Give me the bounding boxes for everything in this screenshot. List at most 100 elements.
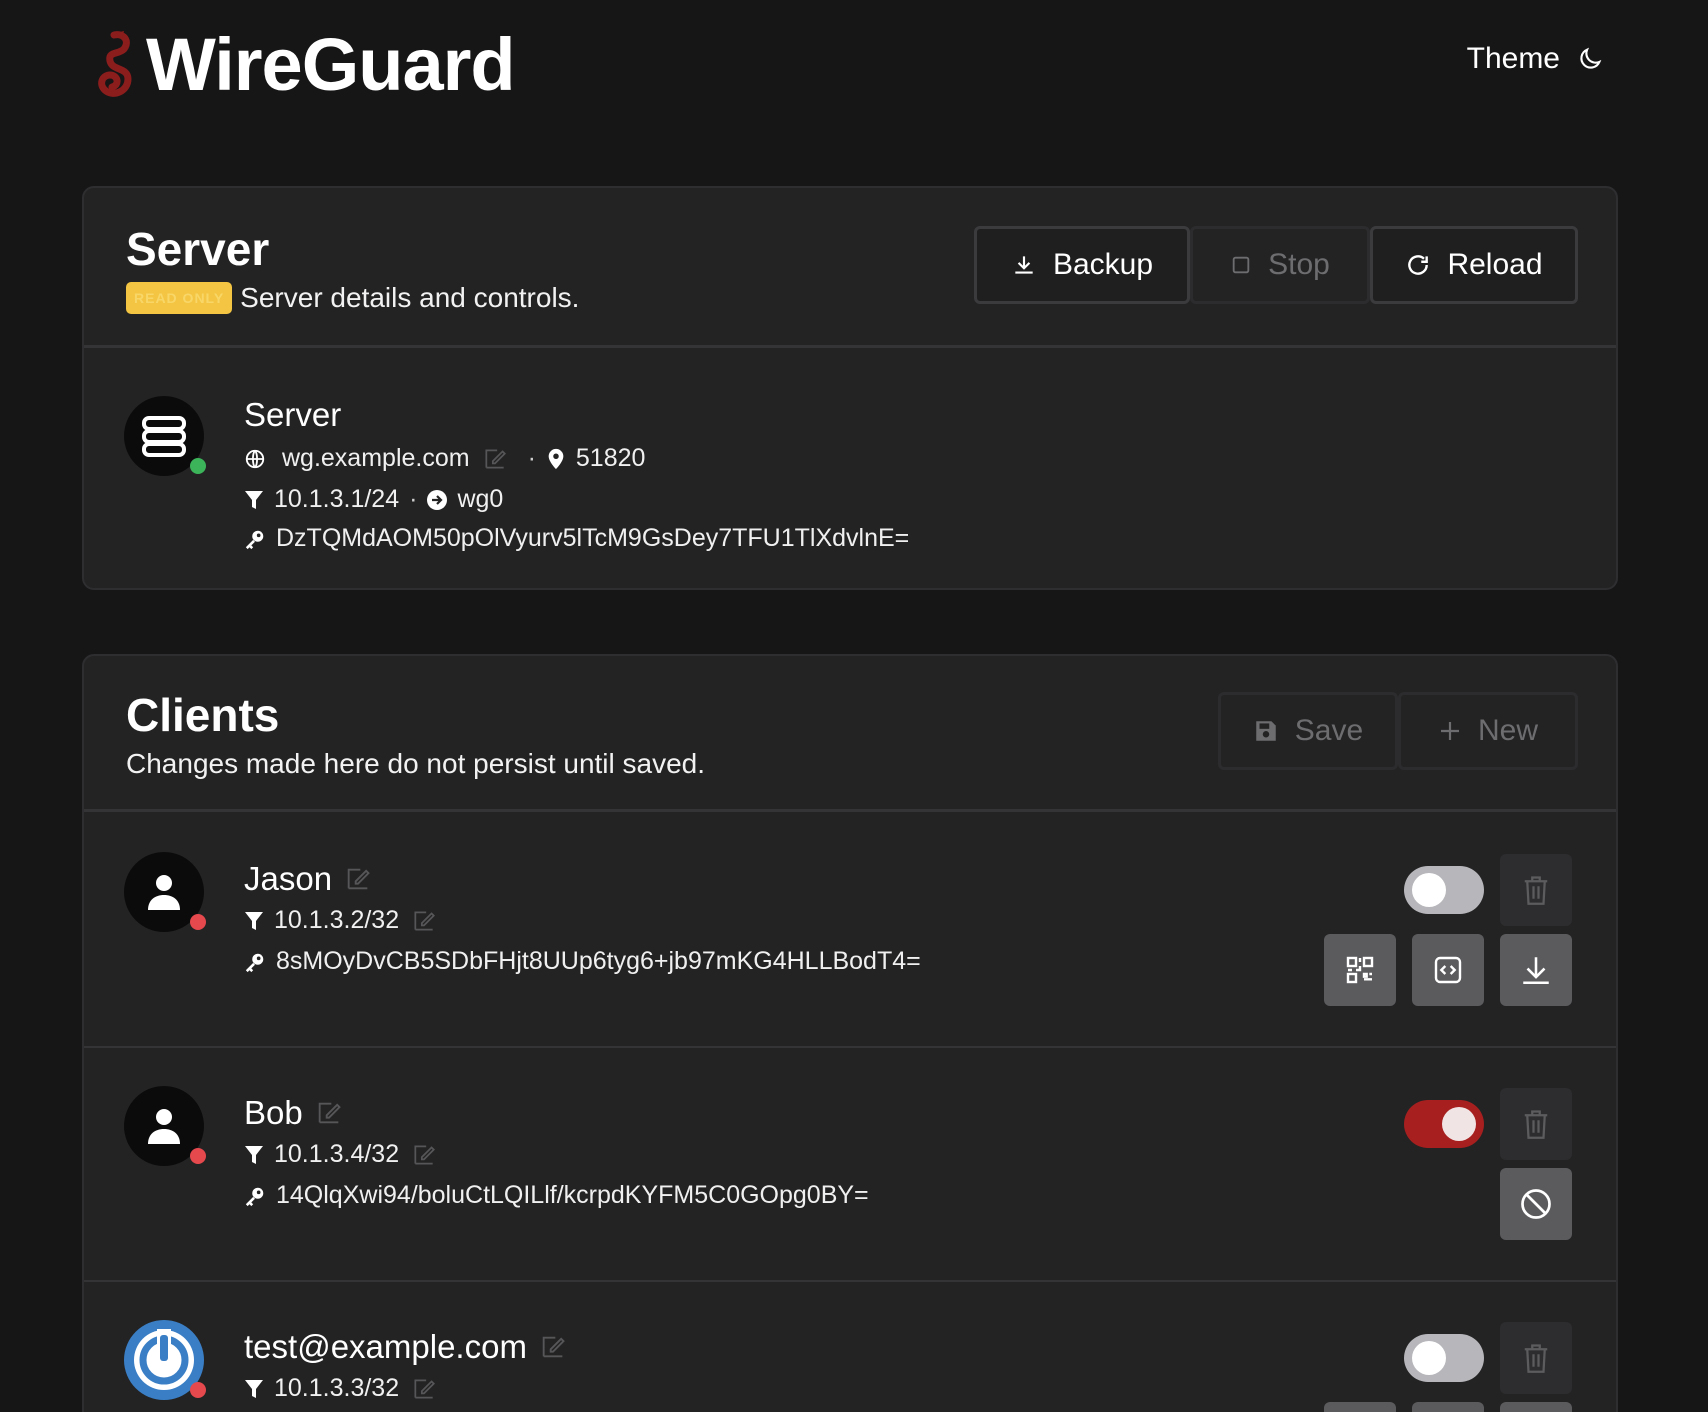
funnel-icon bbox=[245, 490, 263, 509]
client-public-key: 8sMOyDvCB5SDbFHjt8UUp6tyg6+jb97mKG4HLLBo… bbox=[276, 947, 921, 975]
download-icon bbox=[1523, 957, 1549, 985]
blocked-icon bbox=[1521, 1189, 1551, 1219]
client-address: 10.1.3.3/32 bbox=[274, 1374, 400, 1402]
client-address-line: 10.1.3.4/32 bbox=[244, 1140, 447, 1169]
delete-client-button[interactable] bbox=[1500, 1322, 1572, 1394]
server-endpoint-line: wg.example.com · 51820 bbox=[244, 444, 645, 473]
toggle-knob bbox=[1442, 1107, 1476, 1141]
reload-icon bbox=[1408, 255, 1429, 275]
save-button[interactable]: Save bbox=[1218, 692, 1398, 770]
client-enable-toggle[interactable] bbox=[1404, 866, 1484, 914]
delete-client-button[interactable] bbox=[1500, 1088, 1572, 1160]
reload-button[interactable]: Reload bbox=[1370, 226, 1578, 304]
trash-icon bbox=[1524, 1110, 1548, 1139]
server-row: Server wg.example.com · 51820 10.1.3.1/2… bbox=[84, 348, 1616, 588]
theme-toggle[interactable]: Theme bbox=[1467, 42, 1604, 76]
client-address: 10.1.3.2/32 bbox=[274, 906, 400, 934]
reload-label: Reload bbox=[1447, 248, 1543, 281]
app-title: WireGuard bbox=[146, 23, 516, 106]
edit-pencil-icon[interactable] bbox=[411, 1142, 437, 1168]
edit-pencil-icon[interactable] bbox=[411, 908, 437, 934]
server-port: 51820 bbox=[575, 444, 646, 472]
stop-square-icon bbox=[1232, 256, 1250, 274]
map-pin-icon bbox=[548, 448, 564, 469]
server-public-key: DzTQMdAOM50pOlVyurv5lTcM9GsDey7TFU1TlXdv… bbox=[276, 524, 910, 552]
new-label: New bbox=[1477, 714, 1538, 747]
server-name: Server bbox=[244, 396, 342, 433]
server-avatar bbox=[124, 396, 206, 476]
theme-label: Theme bbox=[1466, 42, 1560, 75]
client-name-text: Jason bbox=[244, 860, 333, 897]
client-key-line: 8sMOyDvCB5SDbFHjt8UUp6tyg6+jb97mKG4HLLBo… bbox=[244, 947, 921, 976]
client-status-dot bbox=[190, 914, 206, 930]
server-panel-subtitle: READ ONLY Server details and controls. bbox=[126, 282, 579, 314]
clients-subtitle-text: Changes made here do not persist until s… bbox=[126, 748, 706, 779]
server-subtitle-text: Server details and controls. bbox=[240, 282, 580, 313]
show-config-button[interactable] bbox=[1412, 1402, 1484, 1412]
stop-button[interactable]: Stop bbox=[1190, 226, 1370, 304]
client-status-dot bbox=[190, 1382, 206, 1398]
clients-panel-title: Clients bbox=[126, 689, 280, 741]
edit-pencil-icon[interactable] bbox=[539, 1333, 567, 1361]
separator-dot: · bbox=[527, 444, 536, 472]
power-logo-icon bbox=[134, 1329, 194, 1390]
edit-pencil-icon[interactable] bbox=[482, 446, 508, 472]
edit-pencil-icon[interactable] bbox=[344, 865, 372, 893]
client-address-line: 10.1.3.2/32 bbox=[244, 906, 447, 935]
client-row: test@example.com 10.1.3.3/32 bbox=[84, 1282, 1616, 1412]
client-row: Bob 10.1.3.4/32 14QlqXwi94/boluCtLQILlf/… bbox=[84, 1048, 1616, 1282]
client-name-text: test@example.com bbox=[244, 1328, 527, 1365]
backup-label: Backup bbox=[1052, 248, 1154, 281]
separator-dot: · bbox=[409, 485, 418, 513]
client-name: Jason bbox=[244, 860, 372, 898]
clients-panel-header: Clients Changes made here do not persist… bbox=[84, 656, 1616, 812]
server-address: 10.1.3.1/24 bbox=[274, 485, 400, 513]
client-address: 10.1.3.4/32 bbox=[274, 1140, 400, 1168]
backup-button[interactable]: Backup bbox=[974, 226, 1190, 304]
delete-client-button[interactable] bbox=[1500, 854, 1572, 926]
floppy-disk-icon bbox=[1256, 721, 1276, 741]
download-config-button[interactable] bbox=[1500, 934, 1572, 1006]
wireguard-dragon-logo-icon bbox=[98, 31, 132, 97]
client-name-text: Bob bbox=[244, 1094, 303, 1131]
server-status-dot bbox=[190, 458, 206, 474]
edit-pencil-icon[interactable] bbox=[315, 1099, 343, 1127]
client-row: Jason 10.1.3.2/32 8sMOyDvCB5SDbFHjt8UUp6… bbox=[84, 814, 1616, 1048]
trash-icon bbox=[1524, 1344, 1548, 1373]
code-config-icon bbox=[1434, 956, 1462, 984]
show-qr-code-button[interactable] bbox=[1324, 934, 1396, 1006]
client-avatar bbox=[124, 852, 206, 932]
stop-label: Stop bbox=[1268, 248, 1330, 281]
download-icon bbox=[1015, 256, 1033, 274]
moon-icon bbox=[1580, 47, 1602, 69]
server-panel: Server READ ONLY Server details and cont… bbox=[82, 186, 1618, 590]
toggle-knob bbox=[1412, 1341, 1446, 1375]
server-interface: wg0 bbox=[457, 485, 504, 513]
save-label: Save bbox=[1294, 714, 1364, 747]
funnel-icon bbox=[245, 1145, 263, 1164]
client-address-line: 10.1.3.3/32 bbox=[244, 1374, 447, 1403]
edit-pencil-icon[interactable] bbox=[411, 1376, 437, 1402]
client-avatar bbox=[124, 1320, 206, 1400]
server-key-line: DzTQMdAOM50pOlVyurv5lTcM9GsDey7TFU1TlXdv… bbox=[244, 524, 909, 553]
show-config-button[interactable] bbox=[1412, 934, 1484, 1006]
trash-icon bbox=[1524, 876, 1548, 905]
client-enable-toggle[interactable] bbox=[1404, 1334, 1484, 1382]
server-panel-header: Server READ ONLY Server details and cont… bbox=[84, 188, 1616, 348]
user-icon bbox=[148, 875, 180, 910]
client-key-line: 14QlqXwi94/boluCtLQILlf/kcrpdKYFM5C0GOpg… bbox=[244, 1181, 869, 1210]
show-qr-code-button[interactable] bbox=[1324, 1402, 1396, 1412]
client-enable-toggle[interactable] bbox=[1404, 1100, 1484, 1148]
page: WireGuard Theme Server READ ONLY Server … bbox=[0, 0, 1708, 1412]
blocked-action-button[interactable] bbox=[1500, 1168, 1572, 1240]
server-address-line: 10.1.3.1/24 · wg0 bbox=[244, 485, 503, 514]
brand: WireGuard bbox=[94, 23, 516, 106]
key-icon bbox=[245, 953, 264, 972]
key-icon bbox=[245, 1187, 264, 1206]
client-public-key: 14QlqXwi94/boluCtLQILlf/kcrpdKYFM5C0GOpg… bbox=[276, 1181, 869, 1209]
download-config-button[interactable] bbox=[1500, 1402, 1572, 1412]
server-panel-title: Server bbox=[126, 223, 270, 275]
funnel-icon bbox=[245, 911, 263, 930]
qr-code-icon bbox=[1346, 956, 1374, 984]
new-client-button[interactable]: New bbox=[1398, 692, 1578, 770]
